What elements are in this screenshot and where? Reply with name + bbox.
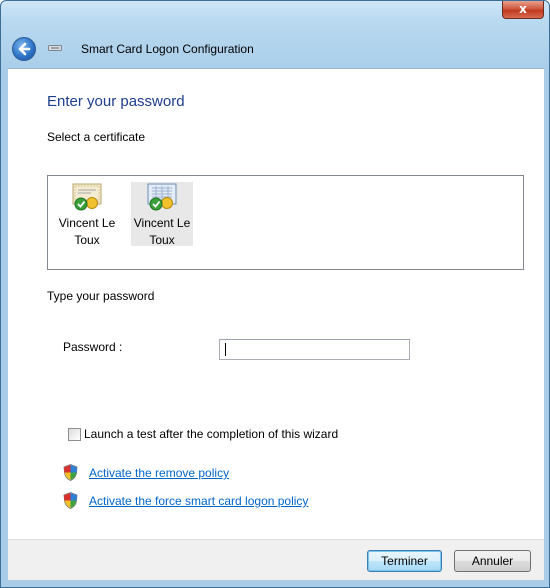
test-checkbox[interactable]: [68, 428, 81, 441]
test-checkbox-label[interactable]: Launch a test after the completion of th…: [84, 427, 338, 441]
smart-card-reader-icon: [48, 45, 62, 51]
certificate-item-selected[interactable]: Vincent Le Toux: [131, 182, 193, 247]
certificate-list[interactable]: Vincent Le Toux Vincent Le Toux: [47, 175, 524, 270]
page-title: Enter your password: [47, 93, 185, 110]
text-caret: [225, 343, 226, 356]
activate-remove-policy-link[interactable]: Activate the remove policy: [89, 466, 229, 480]
uac-shield-icon: [63, 492, 78, 509]
certificate-item[interactable]: Vincent Le Toux: [56, 182, 118, 247]
certificate-name-line1: Vincent Le: [133, 216, 191, 230]
wizard-footer: Terminer Annuler: [8, 539, 544, 580]
cancel-button[interactable]: Annuler: [454, 550, 531, 572]
finish-button[interactable]: Terminer: [367, 550, 442, 572]
select-certificate-label: Select a certificate: [47, 130, 146, 144]
certificate-name-line2: Toux: [149, 233, 175, 247]
password-field[interactable]: [219, 339, 410, 360]
password-label: Password :: [63, 340, 123, 354]
certificate-icon: [72, 183, 102, 211]
certificate-name-line2: Toux: [74, 233, 100, 247]
activate-force-logon-policy-link[interactable]: Activate the force smart card logon poli…: [89, 494, 308, 508]
certificate-icon: [147, 183, 177, 211]
window-title: Smart Card Logon Configuration: [81, 42, 254, 56]
back-button[interactable]: [12, 37, 36, 61]
certificate-name-line1: Vincent Le: [58, 216, 116, 230]
uac-shield-icon: [63, 464, 78, 481]
wizard-content: Enter your password Select a certificate…: [8, 68, 544, 539]
close-button[interactable]: x: [502, 1, 544, 19]
type-password-label: Type your password: [47, 289, 155, 303]
back-arrow-icon: [18, 42, 31, 56]
wizard-window: x Smart Card Logon Configuration Enter y…: [0, 0, 550, 588]
